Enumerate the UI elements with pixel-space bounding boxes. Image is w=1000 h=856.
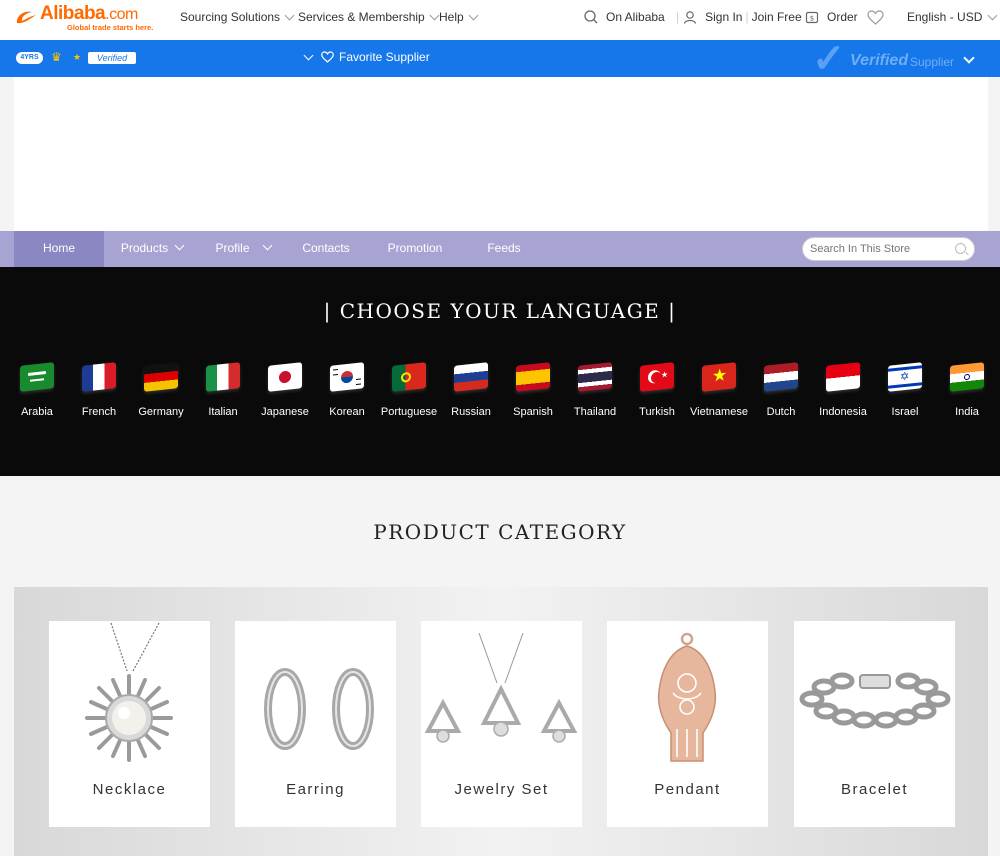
heart-icon [321,51,334,63]
category-card-pendant[interactable]: Pendant [607,621,768,827]
pendant-image [657,632,717,762]
flag-germany-icon[interactable] [144,362,178,392]
on-alibaba-label: On Alibaba [606,10,665,24]
nav-services-membership[interactable]: Services & Membership [298,10,440,24]
language-currency-selector[interactable]: English - USD [907,10,998,24]
store-nav-products-label: Products [120,241,169,255]
verified-logo-text: Verified [850,52,909,69]
crown-icon: ♛ [51,50,62,64]
product-category-title: PRODUCT CATEGORY [373,520,627,544]
chevron-down-icon[interactable] [963,52,975,64]
flag-italian-icon[interactable] [206,362,240,392]
language-section-title: | CHOOSE YOUR LANGUAGE | [323,299,677,323]
flag-vietnamese-icon[interactable]: ★ [702,362,736,392]
flag-russian-icon[interactable] [454,362,488,392]
language-section: | CHOOSE YOUR LANGUAGE | ★ ★ ✡ Arabia Fr… [0,267,1000,476]
nav-sourcing-solutions[interactable]: Sourcing Solutions [180,10,295,24]
nav-sourcing-label: Sourcing Solutions [180,10,281,24]
category-card-necklace[interactable]: Necklace [49,621,210,827]
chevron-down-icon [303,50,314,60]
earring-image [264,668,374,750]
years-badge: 4YRS [16,52,43,64]
supplier-bar: 4YRS ♛ ★ Verified Favorite Supplier ✓ Ve… [0,37,1000,81]
store-banner [14,77,988,231]
jewelry-set-image [424,632,578,743]
order-label: Order [827,10,858,24]
chevron-down-icon [174,240,185,251]
store-nav-feeds[interactable]: Feeds [466,231,542,267]
store-nav-profile-label: Profile [215,241,250,255]
logo-domain: .com [105,6,138,23]
store-nav-contacts[interactable]: Contacts [286,231,366,267]
category-label-bracelet: Bracelet [840,781,909,798]
flag-spanish-icon[interactable] [516,362,550,392]
store-nav-profile[interactable]: Profile [200,231,286,267]
bracelet-image [799,672,951,729]
category-card-jewelry-set[interactable]: Jewelry Set [421,621,582,827]
favorite-supplier-label: Favorite Supplier [339,50,430,64]
top-header: Alibaba.com Global trade starts here. So… [0,0,1000,40]
order-icon: $ [805,11,819,24]
chevron-down-icon [468,10,479,21]
flag-japanese-icon[interactable] [268,362,302,392]
chevron-down-icon [429,10,440,21]
category-label-earring: Earring [286,781,345,798]
language-label-india[interactable]: India [927,406,1000,418]
store-nav-home[interactable]: Home [14,231,104,267]
flag-india-icon[interactable] [950,362,984,392]
flag-korean-icon[interactable] [330,362,364,392]
language-currency-label: English - USD [907,10,983,24]
category-label-pendant: Pendant [654,781,721,798]
order-link[interactable]: $ Order [805,10,858,24]
chevron-down-icon [284,10,295,21]
user-icon [684,11,697,24]
store-nav-products[interactable]: Products [104,231,200,267]
verified-supplier-text: Supplier [910,55,955,69]
flag-portuguese-icon[interactable] [392,362,426,392]
svg-text:$: $ [810,15,814,23]
store-search-input[interactable] [802,237,975,261]
store-nav-contacts-label: Contacts [302,241,350,255]
chevron-down-icon [987,10,998,21]
flag-french-icon[interactable] [82,362,116,392]
flag-indonesia-icon[interactable] [826,362,860,392]
nav-services-label: Services & Membership [298,10,425,24]
logo-text: Alibaba [40,3,106,24]
alibaba-logo-icon [16,11,36,24]
flag-turkish-icon[interactable]: ★ [640,362,674,392]
store-nav-feeds-label: Feeds [487,241,521,255]
account-area: | Sign In | Join Free [676,10,802,24]
flag-dutch-icon[interactable] [764,362,798,392]
alibaba-logo[interactable]: Alibaba.com Global trade starts here. [14,3,170,35]
favorite-supplier-button[interactable]: Favorite Supplier [303,50,430,64]
nav-help-label: Help [439,10,464,24]
store-nav-promotion-label: Promotion [387,241,443,255]
nav-help[interactable]: Help [439,10,479,24]
verified-badge: Verified [88,52,136,64]
search-icon[interactable] [955,243,966,254]
store-nav: Home Products Profile Contacts Promotion… [0,231,1000,267]
flag-israel-icon[interactable]: ✡ [888,362,922,392]
star-icon: ★ [73,52,82,62]
flag-arabia-icon[interactable] [20,362,54,392]
heart-icon[interactable] [867,10,884,25]
category-label-jewelry-set: Jewelry Set [454,781,549,798]
necklace-image [85,622,173,762]
store-nav-home-label: Home [42,241,75,255]
chevron-down-icon [262,240,272,251]
flag-thailand-icon[interactable] [578,362,612,392]
category-card-bracelet[interactable]: Bracelet [794,621,955,827]
category-card-earring[interactable]: Earring [235,621,396,827]
search-icon [584,10,598,24]
category-label-necklace: Necklace [92,781,167,798]
verified-check-icon: ✓ [812,37,846,81]
store-nav-promotion[interactable]: Promotion [372,231,458,267]
on-alibaba-link[interactable]: On Alibaba [584,10,665,24]
join-free-link[interactable]: Join Free [752,10,802,24]
sign-in-link[interactable]: Sign In [705,10,742,24]
logo-slogan: Global trade starts here. [67,23,154,32]
